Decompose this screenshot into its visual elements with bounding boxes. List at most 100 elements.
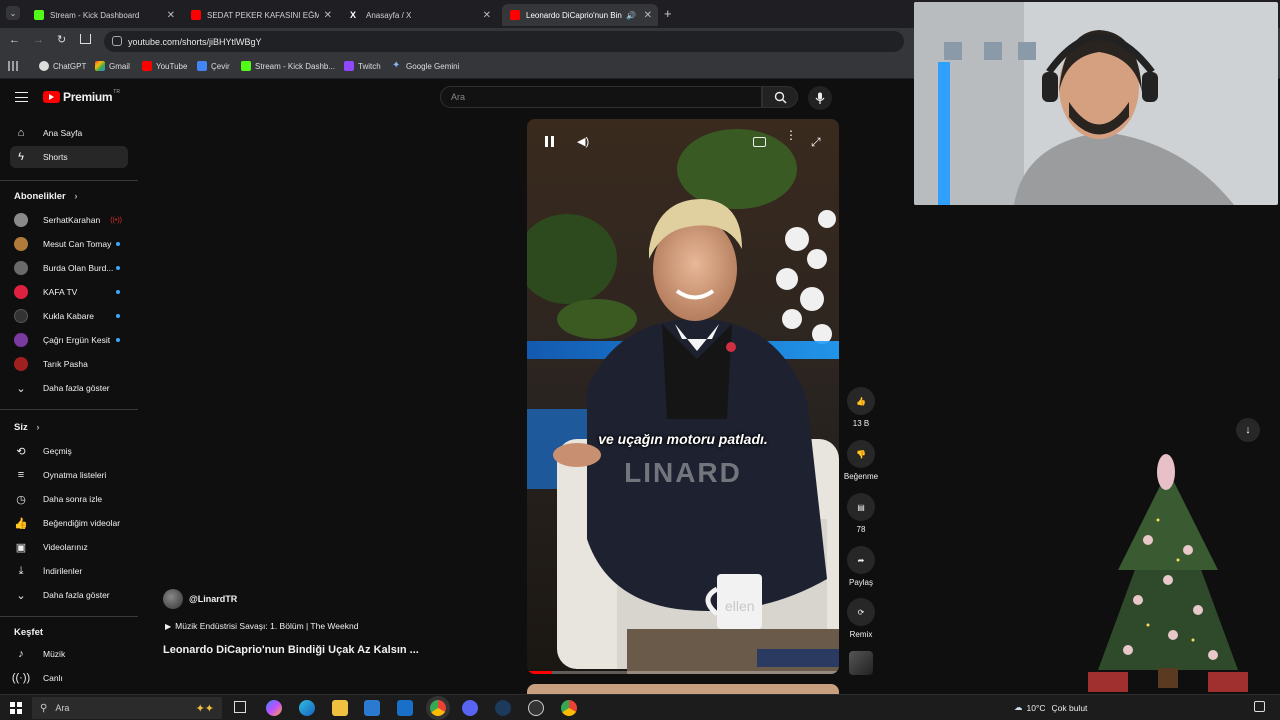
video-progress-bar[interactable] — [527, 671, 839, 674]
remix-button[interactable]: ⟳ Remix — [843, 598, 879, 639]
obs-icon[interactable] — [528, 700, 544, 716]
shorts-video-player[interactable]: ellen ve uçağın motoru patladı. LINARD ◀… — [527, 119, 839, 674]
sidebar-item-music[interactable]: ♪ Müzik — [10, 643, 128, 665]
captions-button[interactable] — [753, 137, 766, 147]
discord-icon[interactable] — [462, 700, 478, 716]
subscription-item[interactable]: SerhatKarahan ((•)) — [10, 209, 128, 231]
new-tab-button[interactable]: + — [664, 6, 672, 21]
sidebar-item-home[interactable]: ⌂ Ana Sayfa — [10, 122, 128, 144]
chevron-down-icon: ⌄ — [16, 382, 26, 395]
file-explorer-icon[interactable] — [332, 700, 348, 716]
task-view-icon[interactable] — [234, 701, 246, 713]
volume-button[interactable]: ◀) — [577, 135, 589, 148]
tab-search-button[interactable]: ⌄ — [6, 6, 20, 20]
home-icon[interactable] — [80, 34, 91, 44]
address-bar[interactable]: youtube.com/shorts/jiBHYtlWBgY — [104, 31, 904, 52]
bookmark-translate[interactable]: Çevir — [197, 61, 230, 71]
close-icon[interactable]: ✕ — [324, 10, 332, 21]
subscriptions-heading[interactable]: Abonelikler › — [14, 191, 78, 202]
show-more-you[interactable]: ⌄ Daha fazla göster — [10, 584, 128, 606]
share-button[interactable]: ➦ Paylaş — [843, 546, 879, 587]
bookmark-gmail[interactable]: Gmail — [95, 61, 130, 71]
arrow-down-icon: ↓ — [1245, 424, 1251, 436]
outlook-icon[interactable] — [397, 700, 413, 716]
short-title[interactable]: Leonardo DiCaprio'nun Bindiği Uçak Az Ka… — [163, 644, 419, 656]
avatar — [14, 237, 28, 251]
close-icon[interactable]: ✕ — [167, 10, 175, 21]
bookmark-kick[interactable]: Stream - Kick Dashb... — [241, 61, 335, 71]
live-indicator-icon: ((•)) — [110, 216, 122, 224]
apps-grid-icon[interactable] — [8, 61, 18, 71]
site-info-icon[interactable] — [112, 36, 122, 46]
notifications-icon[interactable] — [1254, 701, 1265, 712]
reload-icon[interactable]: ↻ — [57, 33, 66, 46]
sidebar-item-live[interactable]: ((·)) Canlı — [10, 667, 128, 689]
speaker-icon[interactable]: 🔊 — [626, 11, 636, 20]
copilot-sparkle-icon: ✦✦ — [195, 702, 214, 715]
bookmark-twitch[interactable]: Twitch — [344, 61, 381, 71]
subscription-item[interactable]: Çağrı Ergün Kesit — [10, 329, 128, 351]
next-short-button[interactable]: ↓ — [1236, 418, 1260, 442]
subscription-item[interactable]: Burda Olan Burd... — [10, 257, 128, 279]
thumbs-down-icon: 👎 — [847, 440, 875, 468]
chrome-icon[interactable] — [430, 700, 446, 716]
pause-button[interactable] — [543, 135, 557, 149]
comments-button[interactable]: ▤ 78 — [843, 493, 879, 534]
show-more-subscriptions[interactable]: ⌄ Daha fazla göster — [10, 377, 128, 399]
back-icon[interactable]: ← — [9, 34, 20, 46]
bookmark-chatgpt[interactable]: ChatGPT — [39, 61, 86, 71]
youtube-icon — [142, 61, 152, 71]
weather-widget[interactable]: ☁ 10°C Çok bulut — [1014, 702, 1087, 713]
next-short-preview[interactable] — [527, 684, 839, 694]
search-input[interactable]: Ara — [440, 86, 762, 108]
sidebar-divider — [0, 616, 138, 617]
sound-thumbnail[interactable] — [849, 651, 873, 675]
voice-search-button[interactable] — [808, 86, 832, 110]
sidebar-item-shorts[interactable]: ϟ Shorts — [10, 146, 128, 168]
comment-icon: ▤ — [847, 493, 875, 521]
youtube-play-icon — [43, 91, 60, 103]
like-icon: 👍 — [14, 517, 28, 530]
sidebar-item-your-videos[interactable]: ▣ Videolarınız — [10, 536, 128, 558]
close-icon[interactable]: ✕ — [483, 10, 491, 21]
sidebar-item-liked-videos[interactable]: 👍 Beğendiğim videolar — [10, 512, 128, 534]
video-progress-fill — [527, 671, 552, 674]
steam-icon[interactable] — [495, 700, 511, 716]
search-button[interactable] — [762, 86, 798, 108]
like-button[interactable]: 👍 13 B — [843, 387, 879, 428]
taskbar-search[interactable]: ⚲ Ara ✦✦ — [32, 697, 222, 719]
sidebar-item-history[interactable]: ⟲ Geçmiş — [10, 440, 128, 462]
chrome-profile-icon[interactable] — [561, 700, 577, 716]
bookmark-gemini[interactable]: ✦ Google Gemini — [392, 61, 459, 71]
store-icon[interactable] — [364, 700, 380, 716]
tab-sedat-peker[interactable]: SEDAT PEKER KAFASINI EĞMEY ✕ — [183, 4, 338, 26]
avatar — [14, 285, 28, 299]
tab-leonardo-short[interactable]: Leonardo DiCaprio'nun Bin 🔊 ✕ — [502, 4, 658, 26]
fullscreen-icon[interactable]: ⤢ — [811, 135, 821, 150]
menu-icon[interactable] — [15, 92, 28, 102]
sidebar-item-playlists[interactable]: ≡ Oynatma listeleri — [10, 464, 128, 486]
bookmark-youtube[interactable]: YouTube — [142, 61, 187, 71]
tab-kick-dashboard[interactable]: Stream - Kick Dashboard ✕ — [26, 4, 181, 26]
subscription-item[interactable]: Tarık Pasha — [10, 353, 128, 375]
forward-icon[interactable]: → — [33, 34, 44, 46]
edge-icon[interactable] — [299, 700, 315, 716]
you-heading[interactable]: Siz › — [14, 422, 40, 433]
subscription-item[interactable]: KAFA TV — [10, 281, 128, 303]
close-icon[interactable]: ✕ — [644, 10, 652, 21]
chevron-right-icon: › — [36, 422, 40, 433]
channel-info[interactable]: @LinardTR — [163, 589, 237, 609]
windows-start-icon[interactable] — [10, 702, 22, 714]
new-content-dot — [116, 338, 120, 342]
tab-x-home[interactable]: X Anasayfa / X ✕ — [342, 4, 497, 26]
sidebar-item-downloads[interactable]: ⤓ İndirilenler — [10, 560, 128, 582]
music-link[interactable]: ▶ Müzik Endüstrisi Savaşı: 1. Bölüm | Th… — [165, 621, 358, 631]
sidebar-item-watch-later[interactable]: ◷ Daha sonra izle — [10, 488, 128, 510]
copilot-icon[interactable] — [266, 700, 282, 716]
subscription-item[interactable]: Kukla Kabare — [10, 305, 128, 327]
search-icon: ⚲ — [40, 702, 48, 714]
more-options-icon[interactable]: ⋮ — [785, 129, 797, 141]
youtube-premium-logo[interactable]: Premium TR — [43, 89, 120, 104]
dislike-button[interactable]: 👎 Beğenme — [843, 440, 879, 481]
subscription-item[interactable]: Mesut Can Tomay — [10, 233, 128, 255]
